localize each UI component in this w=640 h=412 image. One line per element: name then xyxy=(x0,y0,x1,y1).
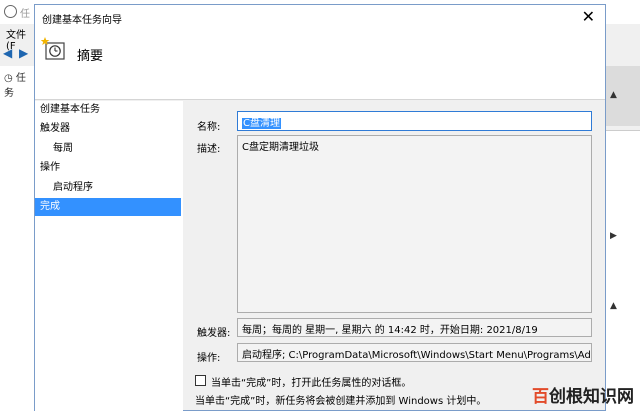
open-properties-label: 当单击“完成”时，打开此任务属性的对话框。 xyxy=(211,378,412,389)
trigger-value: 每周；每周的 星期一, 星期六 的 14:42 时，开始日期: 2021/8/1… xyxy=(242,325,538,336)
watermark: 百创根知识网 xyxy=(532,382,634,407)
back-arrow-icon[interactable]: ◀ xyxy=(3,46,12,60)
collapse-icon[interactable]: ▲ xyxy=(610,90,617,100)
trigger-field[interactable]: 每周；每周的 星期一, 星期六 的 14:42 时，开始日期: 2021/8/1… xyxy=(237,318,592,337)
trigger-label: 触发器: xyxy=(197,328,231,339)
description-label: 描述: xyxy=(197,144,221,155)
wizard-steps: 创建基本任务 触发器 每周 操作 启动程序 完成 xyxy=(35,101,183,411)
step-action[interactable]: 操作 xyxy=(35,159,181,177)
actions-list: ▶ ▲ xyxy=(606,130,640,412)
clock-icon xyxy=(4,5,17,18)
description-field[interactable]: C盘定期清理垃圾 xyxy=(237,135,592,313)
close-icon[interactable]: ✕ xyxy=(582,7,595,26)
background-menubar: 文件(F xyxy=(0,25,34,52)
wizard-header: 摘要 xyxy=(35,31,605,100)
step-trigger[interactable]: 触发器 xyxy=(35,120,181,138)
dialog-title: 创建基本任务向导 xyxy=(42,15,122,26)
action-label: 操作: xyxy=(197,353,221,364)
create-basic-task-wizard: 创建基本任务向导 ✕ 摘要 创建基本任务 触发器 每周 操作 启动程序 完成 名… xyxy=(34,4,606,411)
expand-icon[interactable]: ▶ xyxy=(610,231,617,241)
open-properties-checkbox[interactable] xyxy=(195,375,206,386)
action-field[interactable]: 启动程序; C:\ProgramData\Microsoft\Windows\S… xyxy=(237,343,592,362)
forward-arrow-icon[interactable]: ▶ xyxy=(19,46,28,60)
name-label: 名称: xyxy=(197,122,221,133)
wizard-clock-icon xyxy=(41,37,65,60)
actions-header: ▲ xyxy=(606,66,640,126)
tree-expander-icon[interactable]: › xyxy=(6,86,10,97)
name-value: C盘清理 xyxy=(242,118,281,129)
background-toolbar: ◀ ▶ xyxy=(0,42,34,62)
description-value: C盘定期清理垃圾 xyxy=(242,142,319,153)
watermark-part2: 创根知识网 xyxy=(549,387,634,407)
dialog-titlebar: 创建基本任务向导 ✕ xyxy=(35,5,605,31)
action-value: 启动程序; C:\ProgramData\Microsoft\Windows\S… xyxy=(242,350,592,361)
step-create-basic-task[interactable]: 创建基本任务 xyxy=(35,101,181,119)
watermark-part1: 百 xyxy=(532,387,549,407)
header-title: 摘要 xyxy=(77,49,104,64)
finish-note: 当单击“完成”时，新任务将会被创建并添加到 Windows 计划中。 xyxy=(195,396,487,407)
step-finish[interactable]: 完成 xyxy=(35,198,181,216)
step-start-program[interactable]: 启动程序 xyxy=(35,179,181,197)
clock-icon: ◷ xyxy=(4,73,13,84)
background-actions-pane: ▲ ▶ ▲ xyxy=(606,24,640,412)
step-weekly[interactable]: 每周 xyxy=(35,140,181,158)
background-tree: ◷ 任务 › xyxy=(0,66,35,411)
collapse-icon[interactable]: ▲ xyxy=(610,301,617,311)
background-title: 任 xyxy=(20,9,30,20)
name-field[interactable]: C盘清理 xyxy=(237,111,592,131)
